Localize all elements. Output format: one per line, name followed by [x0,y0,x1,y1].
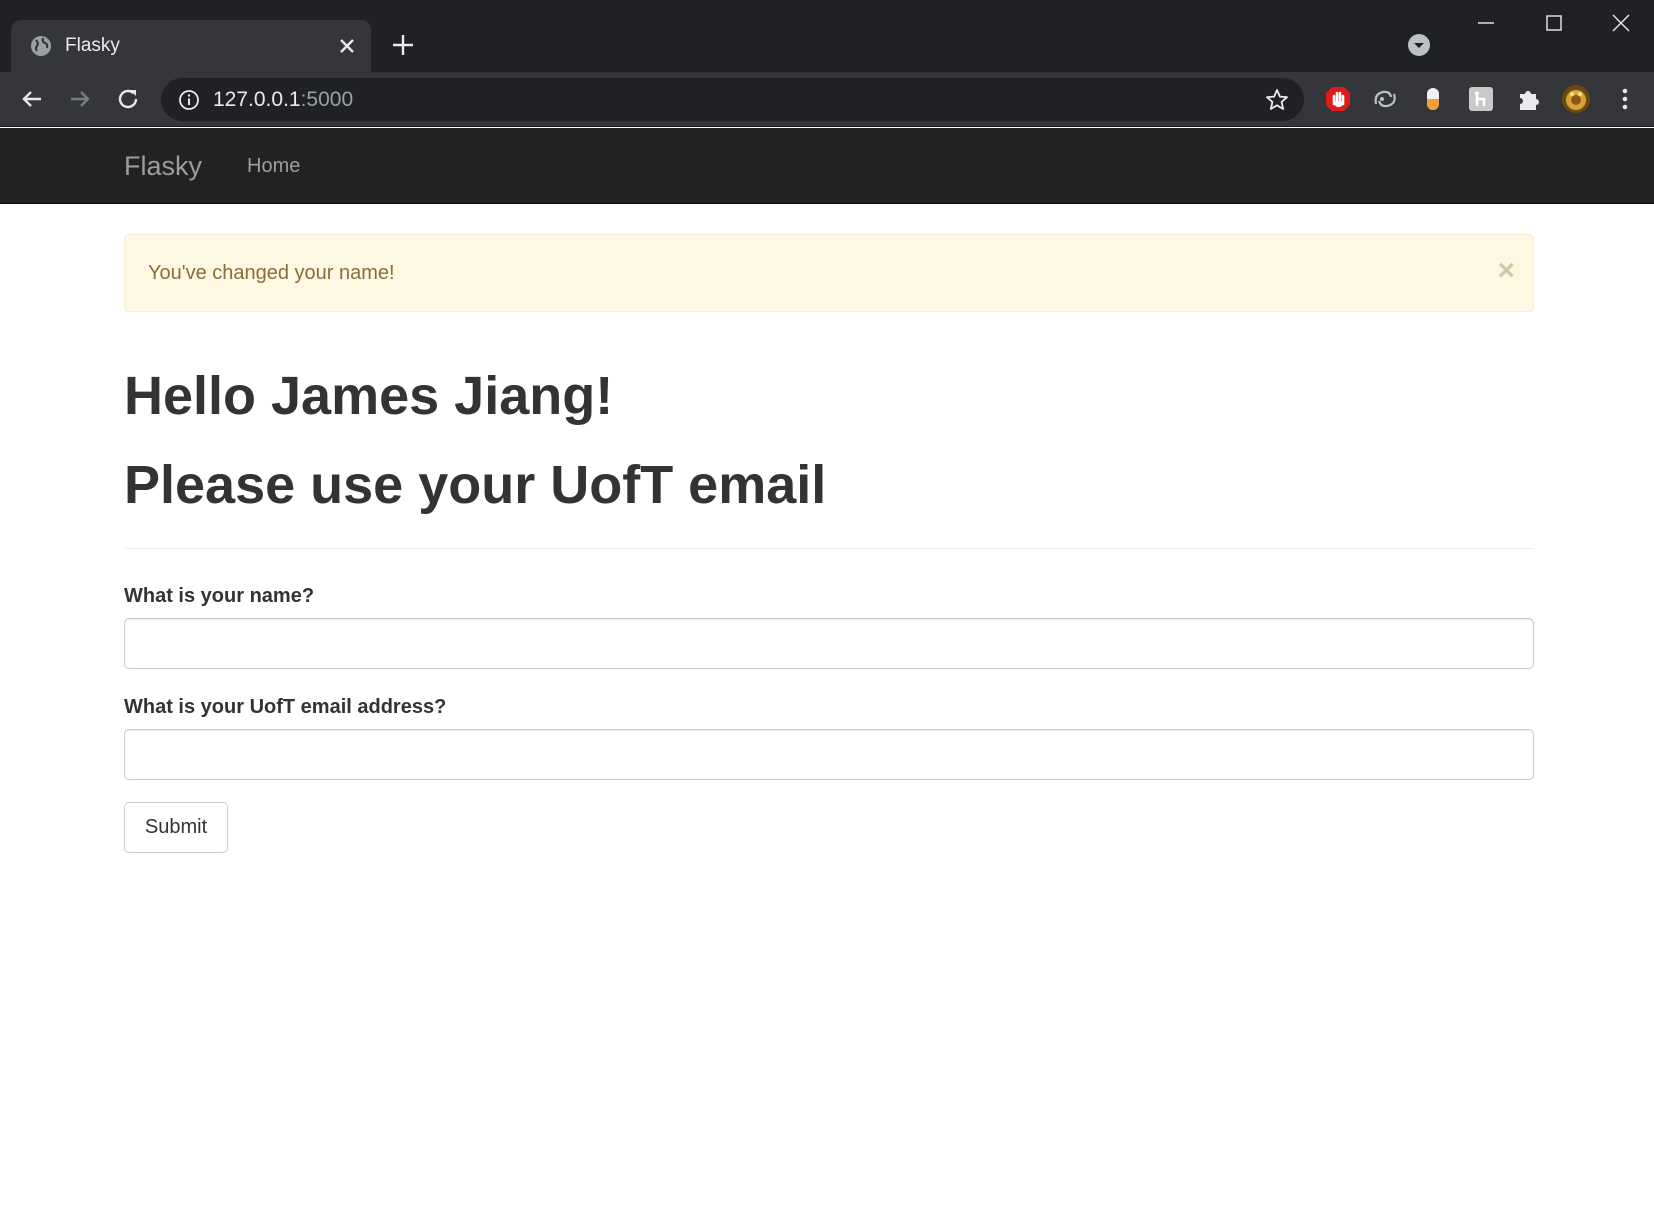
stop-hand-icon[interactable] [1323,84,1353,114]
submit-button[interactable]: Submit [124,802,228,853]
bookmark-star-icon[interactable] [1264,87,1290,113]
url-host: 127.0.0.1 [213,88,301,111]
nav-link-home[interactable]: Home [247,153,300,179]
browser-tab[interactable]: Flasky [11,20,371,72]
navbar-brand[interactable]: Flasky [124,150,202,182]
minimize-icon[interactable] [1475,10,1497,32]
greeting-heading: Hello James Jiang! [124,366,614,426]
site-navbar: Flasky Home [0,128,1654,204]
puzzle-icon[interactable] [1514,84,1544,114]
url-text: 127.0.0.1:5000 [213,88,353,112]
email-input[interactable] [124,729,1534,780]
tab-title: Flasky [65,35,120,56]
h-icon[interactable] [1466,84,1496,114]
profile-avatar[interactable] [1561,84,1591,114]
globe-icon [31,36,51,56]
reload-icon[interactable] [113,84,143,114]
translate-icon[interactable] [1370,84,1400,114]
alert-message: You've changed your name! [148,262,395,284]
close-icon[interactable]: × [1497,256,1515,286]
back-arrow-icon[interactable] [17,84,47,114]
email-label: What is your UofT email address? [124,696,447,718]
name-input[interactable] [124,618,1534,669]
url-port: :5000 [300,88,354,111]
flash-alert: You've changed your name! × [124,234,1534,312]
browser-toolbar: 127.0.0.1:5000 [0,72,1654,127]
maximize-icon[interactable] [1543,12,1565,34]
instruction-heading: Please use your UofT email [124,455,827,515]
divider [124,548,1534,549]
tab-search-icon[interactable] [1407,33,1431,57]
site-info-icon[interactable] [177,88,201,112]
browser-tab-strip: Flasky [0,0,1654,72]
new-tab-icon[interactable] [390,32,416,58]
menu-dots-icon[interactable] [1610,84,1640,114]
pill-icon[interactable] [1418,84,1448,114]
address-bar[interactable]: 127.0.0.1:5000 [161,78,1304,121]
close-tab-icon[interactable] [335,34,359,58]
window-close-icon[interactable] [1610,12,1632,34]
forward-arrow-icon[interactable] [65,84,95,114]
name-label: What is your name? [124,585,315,607]
